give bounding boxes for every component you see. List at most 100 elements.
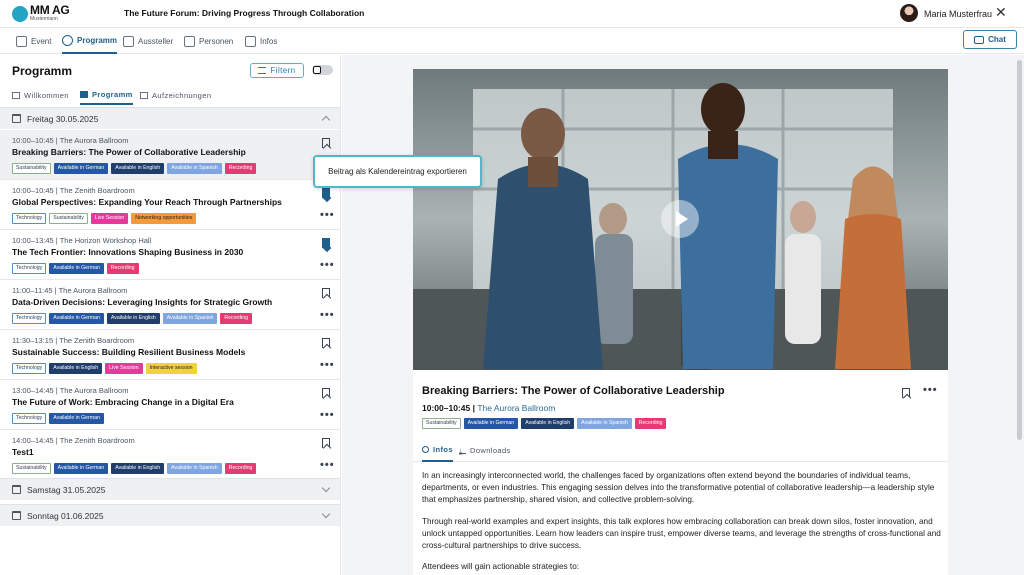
tab-infos[interactable]: Infos	[245, 28, 277, 54]
filter-button[interactable]: Filtern	[250, 63, 304, 78]
detail-title: Breaking Barriers: The Power of Collabor…	[422, 385, 725, 397]
tag-badge: Sustainability	[12, 163, 51, 174]
tag-badge: Available in German	[53, 163, 109, 174]
bookmark-icon[interactable]	[322, 438, 330, 448]
more-options-icon[interactable]: •••	[320, 259, 335, 271]
session-title: Global Perspectives: Expanding Your Reac…	[12, 197, 282, 207]
session-time: 10:00–10:45 | The Zenith Boardroom	[12, 186, 135, 195]
detail-tabs: Infos ⤓ Downloads	[413, 438, 948, 462]
tag-badge: Technology	[12, 313, 47, 324]
scrollbar[interactable]	[1017, 60, 1022, 440]
tag-badge: Technology	[12, 413, 47, 424]
filter-label: Filtern	[270, 66, 296, 75]
chat-icon	[974, 35, 985, 44]
session-tags: Technology Available in English Live Sessi…	[12, 363, 197, 374]
session-row[interactable]: 13:00–14:45 | The Aurora Ballroom The Fut…	[0, 380, 340, 430]
more-options-icon[interactable]: •••	[923, 384, 938, 396]
day-label: Samstag 31.05.2025	[27, 484, 106, 495]
session-tags: Sustainability Available in German Availab…	[12, 163, 257, 174]
session-time: 13:00–14:45 | The Aurora Ballroom	[12, 386, 129, 395]
bookmark-icon[interactable]	[902, 388, 910, 398]
day-header-friday[interactable]: Freitag 30.05.2025	[0, 107, 340, 129]
session-time: 11:00–11:45 | The Aurora Ballroom	[12, 286, 128, 295]
detail-tags: Sustainability Available in German Availab…	[422, 418, 667, 429]
monitor-icon	[123, 35, 134, 47]
session-row[interactable]: 11:00–11:45 | The Aurora Ballroom Data-Dr…	[0, 280, 340, 330]
bookmark-icon[interactable]	[322, 288, 330, 298]
detail-room-link[interactable]: The Aurora Ballroom	[477, 403, 555, 413]
tab-label: Aussteller	[138, 36, 174, 46]
close-icon[interactable]: ✕	[995, 5, 1007, 19]
tab-infos-detail[interactable]: Infos	[422, 438, 453, 462]
calendar-icon	[12, 114, 21, 123]
tab-aussteller[interactable]: Aussteller	[123, 28, 173, 54]
chevron-down-icon	[321, 509, 331, 519]
description-paragraph: In an increasingly interconnected world,…	[422, 471, 935, 505]
calendar-icon	[12, 511, 21, 520]
session-tags: Sustainability Available in German Availab…	[12, 463, 257, 474]
bookmark-icon[interactable]	[322, 238, 330, 248]
subtab-aufzeichnungen[interactable]: Aufzeichnungen	[140, 85, 211, 105]
tag-badge: Available in German	[49, 263, 104, 274]
session-row[interactable]: 11:30–13:15 | The Zenith Boardroom Sustai…	[0, 330, 340, 380]
tag-badge: Available in German	[53, 463, 109, 474]
tag-badge: Recording	[224, 163, 257, 174]
subtab-programm[interactable]: Programm	[80, 85, 133, 105]
session-tags: Technology Available in German Recording	[12, 263, 139, 274]
tag-badge: Available in German	[463, 418, 519, 429]
tab-label: Programm	[77, 35, 118, 45]
tag-badge: Technology	[12, 213, 47, 224]
tag-badge: Technology	[12, 363, 47, 374]
session-row[interactable]: 14:00–14:45 | The Zenith Boardroom Test1 S…	[0, 430, 340, 480]
description-paragraph: Through real-world examples and expert i…	[422, 516, 941, 551]
tab-label: Infos	[433, 444, 453, 454]
tab-label: Event	[31, 36, 52, 46]
bookmark-icon[interactable]	[322, 188, 330, 198]
detail-description: In an increasingly interconnected world,…	[422, 470, 942, 575]
tag-badge: Recording	[224, 463, 257, 474]
more-options-icon[interactable]: •••	[320, 459, 335, 471]
tab-downloads[interactable]: ⤓ Downloads	[459, 438, 511, 462]
tag-badge: Live Session	[90, 213, 129, 224]
description-paragraph: Attendees will gain actionable strategie…	[422, 562, 580, 572]
session-row[interactable]: 10:00–13:45 | The Horizon Workshop Hall T…	[0, 230, 340, 280]
subtab-willkommen[interactable]: Willkommen	[12, 85, 69, 105]
session-title: Breaking Barriers: The Power of Collabor…	[12, 147, 246, 157]
chat-bubble-icon	[245, 35, 256, 47]
tab-label: Personen	[199, 36, 234, 46]
bookmark-icon[interactable]	[322, 138, 330, 148]
chevron-up-icon	[321, 115, 331, 125]
tag-badge: Recording	[220, 313, 253, 324]
bookmark-toggle[interactable]	[312, 65, 333, 75]
people-icon	[184, 35, 195, 47]
bookmark-icon[interactable]	[322, 338, 330, 348]
day-header-saturday[interactable]: Samstag 31.05.2025	[0, 478, 340, 500]
session-title: Sustainable Success: Building Resilient …	[12, 347, 246, 357]
tag-badge: Networking opportunities	[131, 213, 197, 224]
bookmark-icon[interactable]	[322, 388, 330, 398]
tab-personen[interactable]: Personen	[184, 28, 233, 54]
more-options-icon[interactable]: •••	[320, 359, 335, 371]
more-options-icon[interactable]: •••	[320, 309, 335, 321]
list-icon	[12, 91, 20, 99]
video-player[interactable]	[413, 69, 948, 370]
calendar-icon	[80, 90, 88, 98]
play-icon[interactable]	[661, 200, 699, 238]
user-name[interactable]: Maria Musterfrau	[924, 9, 992, 19]
session-row[interactable]: 10:00–10:45 | The Zenith Boardroom Global…	[0, 180, 340, 230]
avatar[interactable]	[900, 4, 918, 22]
session-row[interactable]: 10:00–10:45 | The Aurora Ballroom Breakin…	[0, 130, 340, 180]
chat-button[interactable]: Chat	[963, 30, 1017, 49]
session-tags: Technology Available in German	[12, 413, 104, 424]
tag-badge: Available in Spanish	[167, 163, 222, 174]
page-title: Programm	[12, 64, 73, 78]
tab-programm[interactable]: Programm	[62, 28, 118, 54]
session-time: 11:30–13:15 | The Zenith Boardroom	[12, 336, 135, 345]
more-options-icon[interactable]: •••	[320, 209, 335, 221]
more-options-icon[interactable]: •••	[320, 409, 335, 421]
export-calendar-tooltip: Beitrag als Kalendereintrag exportieren	[313, 155, 482, 188]
tab-event[interactable]: Event	[16, 28, 51, 54]
tag-badge: Available in English	[49, 363, 103, 374]
tag-badge: Available in Spanish	[167, 463, 222, 474]
day-header-sunday[interactable]: Sonntag 01.06.2025	[0, 504, 340, 526]
